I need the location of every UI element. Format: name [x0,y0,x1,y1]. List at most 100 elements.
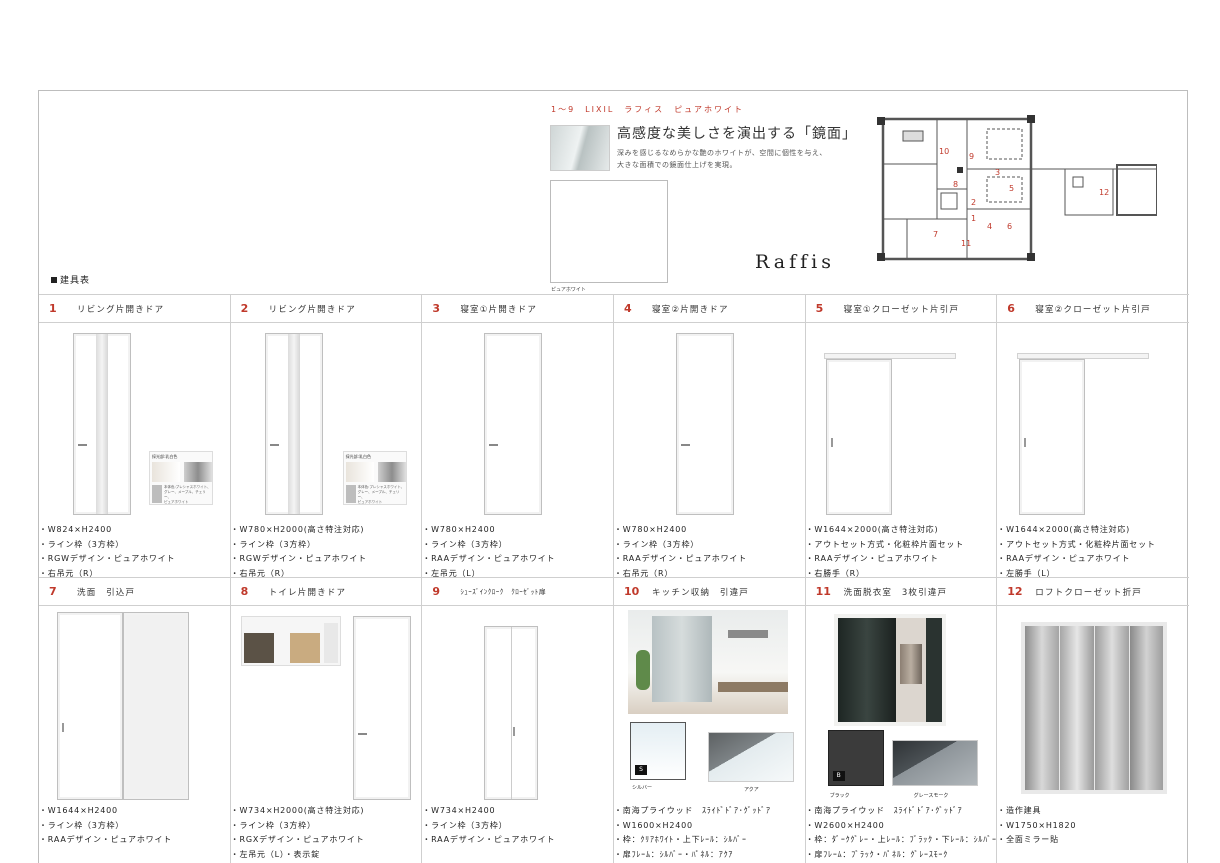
door-title: キッチン収納 引違戸 [651,587,749,598]
door-number: 5 [815,302,824,315]
door-handle [489,444,499,446]
pocket-wall [123,612,189,800]
door-drawing [1019,359,1086,515]
glass-strip [96,334,109,514]
door-cell-3: 3 寝室①片開きドア ・W780×H2400 ・ライン枠（3方枠） ・RAAデザイン… [422,294,614,578]
silver-sample: S [629,722,686,780]
promo-headline: 高感度な美しさを演出する「鏡面」 [617,126,857,142]
cell-header: 9 ｼｭｰｽﾞｲﾝｸﾛｰｸ ｸﾛｰｾﾞｯﾄ扉 [422,577,613,606]
door-drawing [352,616,411,800]
door-cell-8: 8 トイレ片開きドア ・W734×H2000(高さ特注対応) ・ライン枠（3方枠）… [230,577,423,863]
schedule-row-1: 1 リビング片開きドア 採光部:乳白色 本体色:プレシャスホワイト、 グレー、メー… [39,294,1189,578]
square-bullet-icon [51,277,57,283]
door-title: 寝室②片開きドア [651,304,729,315]
door-cell-4: 4 寝室②片開きドア ・W780×H2400 ・ライン枠（3方枠） ・RAAデザイン… [613,294,806,578]
door-cell-12: 12 ロフトクローゼット折戸 ・造作建具 ・W1750×H1820 ・全面ミラー貼 [997,577,1189,863]
aqua-sample [707,732,794,782]
mirror-folding-door [1021,622,1168,794]
plan-label-1: 1 [971,214,976,223]
plan-label-9: 9 [969,152,974,161]
door-drawing [484,333,543,515]
door-cell-7: 7 洗面 引込戸 ・W1644×H2400 ・ライン枠（3方枠） ・RAAデザイン・… [39,577,231,863]
door-number: 12 [1007,585,1023,598]
cell-body: ・W780×H2400 ・ライン枠（3方枠） ・RAAデザイン・ピュアホワイト ・右吊… [614,323,805,578]
door-title: ロフトクローゼット折戸 [1035,587,1142,598]
door-handle [680,444,690,446]
pure-white-swatch [550,180,668,283]
cell-header: 8 トイレ片開きドア [230,577,422,606]
cell-body: ・W1644×H2400 ・ライン枠（3方枠） ・RAAデザイン・ピュアホワイト [39,606,230,863]
door-cell-1: 1 リビング片開きドア 採光部:乳白色 本体色:プレシャスホワイト、 グレー、メー… [39,294,231,578]
cell-body: S シルバー アクア ・南海プライウッド ｽﾗｲﾄﾞﾄﾞｱ･ｸﾞｯﾄﾞｱ ・W16… [614,606,805,863]
plan-label-2: 2 [971,198,976,207]
material-sample: 採光部:乳白色 本体色:プレシャスホワイト、 グレー、メープル、チェリー、 ピュアホ… [342,451,407,505]
door-title: トイレ片開きドア [268,587,347,598]
door-handle [513,727,516,736]
plan-label-8: 8 [953,180,958,189]
floor-plan: 10 9 8 3 5 12 2 7 4 6 1 11 [877,115,1157,261]
door-number: 10 [623,585,640,598]
promo-description: 深みを感じるなめらかな艶のホワイトが、空間に個性を与え、 大きな面積での鏡面仕上… [617,149,827,169]
door-title: リビング片開きドア [77,304,165,315]
door-number: 6 [1007,302,1015,315]
door-cell-11: 11 洗面脱衣室 3枚引違戸 B ブラック グレースモーク ・南海プライウッド … [805,577,998,863]
door-number: 4 [623,302,632,315]
door-cell-2: 2 リビング片開きドア 採光部:乳白色 本体色:プレシャスホワイト、 グレー、メー… [230,294,423,578]
door-handle [1024,438,1027,447]
brand-name: Raffis [755,251,835,273]
schedule-label: 建具表 [51,273,90,286]
door-specs: ・W780×H2000(高さ特注対応) ・ライン枠（3方枠） ・RGWデザイン・ピュ… [230,525,367,578]
door-title: 寝室①クローゼット片引戸 [843,304,960,315]
door-drawing [484,626,539,800]
door-cell-9: 9 ｼｭｰｽﾞｲﾝｸﾛｰｸ ｸﾛｰｾﾞｯﾄ扉 ・W734×H2400 ・ライン枠（… [422,577,614,863]
cell-header: 4 寝室②片開きドア [613,294,805,323]
cell-header: 6 寝室②クローゼット片引戸 [997,294,1189,323]
grey-smoke-sample [891,740,978,786]
door-handle [269,444,279,446]
door-title: リビング片開きドア [268,304,356,315]
plan-label-5: 5 [1009,184,1014,193]
mirror-finish-swatch [550,125,610,171]
cell-body: ・W780×H2400 ・ライン枠（3方枠） ・RAAデザイン・ピュアホワイト ・左吊… [422,323,613,578]
door-handle [357,733,367,735]
lock-sample-photo [240,616,341,666]
door-specs: ・W780×H2400 ・ライン枠（3方枠） ・RAAデザイン・ピュアホワイト ・左吊… [422,525,556,578]
cell-header: 1 リビング片開きドア [39,294,230,323]
door-number: 7 [49,585,57,598]
door-specs: ・南海プライウッド ｽﾗｲﾄﾞﾄﾞｱ･ｸﾞｯﾄﾞｱ ・W2600×H2400 ・枠：… [805,806,997,859]
cell-body: ・造作建具 ・W1750×H1820 ・全面ミラー貼 [997,606,1189,863]
door-specs: ・W1644×2000(高さ特注対応) ・アウトセット方式・化粧枠片面セット ・RA… [805,525,965,578]
door-cell-6: 6 寝室②クローゼット片引戸 ・W1644×2000(高さ特注対応) ・アウトセッ… [997,294,1189,578]
sample-caption: ブラック [829,793,850,799]
door-specs: ・W734×H2000(高さ特注対応) ・ライン枠（3方枠） ・RGXデザイン・ピュ… [230,806,365,859]
door-title: 洗面 引込戸 [77,587,136,598]
plan-label-4: 4 [987,222,992,231]
door-title: ｼｭｰｽﾞｲﾝｸﾛｰｸ ｸﾛｰｾﾞｯﾄ扉 [460,587,547,596]
cell-header: 12 ロフトクローゼット折戸 [997,577,1189,606]
cell-body: 採光部:乳白色 本体色:プレシャスホワイト、 グレー、メープル、チェリー、 ピュアホ… [231,323,422,578]
door-title: 寝室①片開きドア [460,304,538,315]
material-sample: 採光部:乳白色 本体色:プレシャスホワイト、 グレー、メープル、チェリー、 ピュアホ… [149,451,213,505]
door-specs: ・W1644×2000(高さ特注対応) ・アウトセット方式・化粧枠片面セット ・RA… [997,525,1156,578]
door-cell-10: 10 キッチン収納 引違戸 S シルバー アクア ・南海プライウッド ｽﾗｲﾄﾞ… [613,577,806,863]
door-handle [78,444,87,446]
door-number: 3 [432,302,440,315]
swatch-caption: ピュアホワイト [551,287,586,293]
door-specs: ・W1644×H2400 ・ライン枠（3方枠） ・RAAデザイン・ピュアホワイト [39,806,173,844]
cell-body: 採光部:乳白色 本体色:プレシャスホワイト、 グレー、メープル、チェリー、 ピュアホ… [39,323,230,578]
black-sample: B [827,730,884,786]
cell-header: 7 洗面 引込戸 [39,577,230,606]
door-number: 1 [49,302,57,315]
plan-label-7: 7 [933,230,938,239]
door-specs: ・造作建具 ・W1750×H1820 ・全面ミラー貼 [997,806,1077,844]
product-tag: 1～9 LIXIL ラフィス ピュアホワイト [551,105,744,114]
cell-body: ・W734×H2000(高さ特注対応) ・ライン枠（3方枠） ・RGXデザイン・ピュ… [231,606,422,863]
door-handle [62,723,64,732]
plan-label-11: 11 [961,239,971,248]
sample-caption: シルバー [631,785,652,791]
cell-body: ・W1644×2000(高さ特注対応) ・アウトセット方式・化粧枠片面セット ・RA… [806,323,997,578]
door-specs: ・W780×H2400 ・ライン枠（3方枠） ・RAAデザイン・ピュアホワイト ・右吊… [613,525,748,578]
schedule-row-2: 7 洗面 引込戸 ・W1644×H2400 ・ライン枠（3方枠） ・RAAデザイン・… [39,577,1189,863]
cell-header: 5 寝室①クローゼット片引戸 [805,294,997,323]
cell-header: 3 寝室①片開きドア [422,294,613,323]
